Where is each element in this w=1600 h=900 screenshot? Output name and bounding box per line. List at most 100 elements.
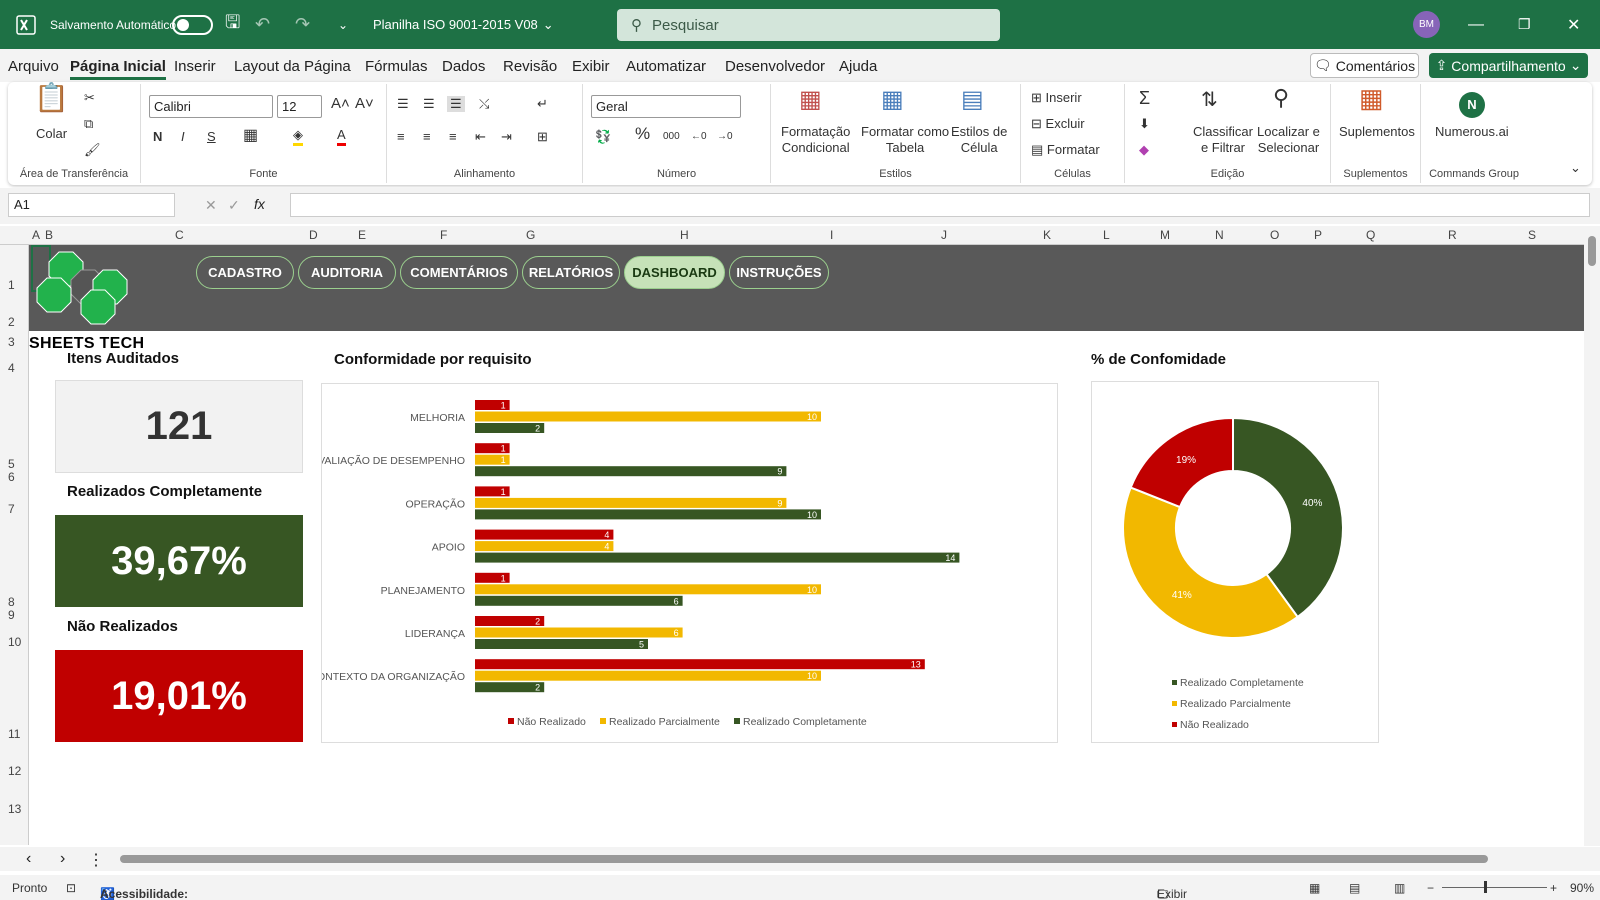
wrap-text-icon[interactable]: ↵ <box>537 96 548 112</box>
increase-indent-icon[interactable]: ⇥ <box>501 129 512 145</box>
insert-cells-button[interactable]: ⊞ Inserir <box>1031 90 1082 106</box>
nav-auditoria[interactable]: AUDITORIA <box>298 256 396 289</box>
addins-button[interactable]: Suplementos <box>1339 124 1415 140</box>
decrease-decimal-icon[interactable]: →0 <box>717 129 733 145</box>
row-header[interactable]: 6 <box>8 470 15 484</box>
numerous-ai-icon[interactable]: N <box>1459 92 1485 118</box>
find-select-icon[interactable]: ⚲ <box>1273 87 1289 109</box>
name-box[interactable]: A1 <box>8 193 175 217</box>
row-header[interactable]: 13 <box>8 802 21 816</box>
tab-pagina-inicial[interactable]: Página Inicial <box>70 58 166 80</box>
col-header[interactable]: C <box>175 228 184 242</box>
col-header[interactable]: J <box>941 228 947 242</box>
tab-formulas[interactable]: Fórmulas <box>365 58 428 75</box>
undo-icon[interactable]: ↶ <box>255 0 270 49</box>
row-header[interactable]: 5 <box>8 457 15 471</box>
col-header[interactable]: I <box>830 228 833 242</box>
autosave-toggle[interactable] <box>172 0 213 49</box>
copy-icon[interactable]: ⧉ <box>84 116 93 132</box>
conditional-format-icon[interactable]: ▦ <box>799 88 822 112</box>
formula-input[interactable] <box>290 193 1590 217</box>
col-header[interactable]: E <box>358 228 366 242</box>
zoom-slider-thumb[interactable] <box>1484 881 1487 893</box>
row-header[interactable]: 4 <box>8 361 15 375</box>
col-header[interactable]: F <box>440 228 447 242</box>
worksheet[interactable]: SHEETS TECH CADASTRO AUDITORIA COMENTÁRI… <box>29 245 1584 845</box>
cancel-icon[interactable]: ✕ <box>205 197 217 214</box>
row-header[interactable]: 8 <box>8 595 15 609</box>
search-box[interactable]: ⚲ Pesquisar <box>617 9 1000 41</box>
align-right-icon[interactable]: ≡ <box>449 129 457 145</box>
underline-button[interactable]: S <box>207 129 216 145</box>
comments-button[interactable]: 🗨 Comentários <box>1310 53 1419 78</box>
close-icon[interactable]: ✕ <box>1567 0 1580 49</box>
sort-filter-button[interactable]: Classificar e Filtrar <box>1193 124 1253 156</box>
nav-dashboard[interactable]: DASHBOARD <box>624 256 725 289</box>
col-header[interactable]: D <box>309 228 318 242</box>
row-header[interactable]: 9 <box>8 608 15 622</box>
col-header[interactable]: H <box>680 228 689 242</box>
merge-center-icon[interactable]: ⊞ <box>537 129 548 145</box>
col-header[interactable]: S <box>1528 228 1536 242</box>
addins-icon[interactable]: ▦ <box>1359 85 1384 111</box>
align-top-icon[interactable]: ☰ <box>397 96 409 112</box>
increase-decimal-icon[interactable]: ←0 <box>691 129 707 145</box>
col-header[interactable]: Q <box>1366 228 1375 242</box>
zoom-out-icon[interactable]: − <box>1427 881 1434 895</box>
bold-button[interactable]: N <box>153 129 162 145</box>
tab-desenvolvedor[interactable]: Desenvolvedor <box>725 58 825 75</box>
clear-icon[interactable]: ◆ <box>1139 142 1149 158</box>
thousands-button[interactable]: 000 <box>663 129 680 145</box>
minimize-icon[interactable]: — <box>1468 0 1484 49</box>
page-layout-view-icon[interactable]: ▤ <box>1349 881 1360 895</box>
zoom-level[interactable]: 90% <box>1570 881 1594 895</box>
enter-icon[interactable]: ✓ <box>228 197 240 214</box>
format-painter-icon[interactable]: 🖌 <box>84 142 101 158</box>
increase-font-icon[interactable]: A˄ <box>331 96 350 112</box>
font-color-icon[interactable]: A <box>337 127 346 146</box>
delete-cells-button[interactable]: ⊟ Excluir <box>1031 116 1085 132</box>
tab-ajuda[interactable]: Ajuda <box>839 58 877 75</box>
vertical-scroll-thumb[interactable] <box>1588 236 1596 266</box>
col-header[interactable]: P <box>1314 228 1322 242</box>
file-title[interactable]: Planilha ISO 9001-2015 V08 ⌄ <box>373 0 554 49</box>
col-header[interactable]: O <box>1270 228 1279 242</box>
cell-styles-button[interactable]: Estilos de Célula <box>951 124 1007 156</box>
redo-icon[interactable]: ↷ <box>295 0 310 49</box>
fill-color-icon[interactable]: ◈ <box>293 127 303 146</box>
zoom-slider[interactable] <box>1442 887 1547 888</box>
number-format-select[interactable]: Geral <box>591 95 741 118</box>
cut-icon[interactable]: ✂ <box>84 90 95 106</box>
row-header[interactable]: 10 <box>8 635 21 649</box>
tab-layout[interactable]: Layout da Página <box>234 58 351 75</box>
paste-label[interactable]: Colar <box>36 126 67 142</box>
row-header[interactable]: 12 <box>8 764 21 778</box>
restore-icon[interactable]: ❐ <box>1518 0 1531 49</box>
customize-toolbar-icon[interactable]: ⌄ <box>338 0 348 49</box>
avatar[interactable]: BM <box>1413 0 1440 49</box>
font-name-select[interactable]: Calibri <box>149 95 273 118</box>
tab-automatizar[interactable]: Automatizar <box>626 58 706 75</box>
tab-inserir[interactable]: Inserir <box>174 58 216 75</box>
row-header[interactable]: 7 <box>8 502 15 516</box>
autosum-icon[interactable]: Σ <box>1139 89 1150 107</box>
format-table-icon[interactable]: ▦ <box>881 88 904 112</box>
collapse-ribbon-icon[interactable]: ⌄ <box>1570 160 1581 176</box>
decrease-indent-icon[interactable]: ⇤ <box>475 129 486 145</box>
accounting-icon[interactable]: 💱 <box>595 129 611 145</box>
italic-button[interactable]: I <box>181 129 185 145</box>
page-break-view-icon[interactable]: ▥ <box>1394 881 1405 895</box>
borders-icon[interactable]: ▦ <box>243 128 258 144</box>
row-header[interactable]: 3 <box>8 335 15 349</box>
col-header[interactable]: R <box>1448 228 1457 242</box>
tab-dados[interactable]: Dados <box>442 58 485 75</box>
sort-filter-icon[interactable]: ⇅ <box>1201 90 1218 110</box>
align-left-icon[interactable]: ≡ <box>397 129 405 145</box>
paste-icon[interactable]: 📋 <box>34 84 69 112</box>
row-header[interactable]: 2 <box>8 315 15 329</box>
col-header[interactable]: L <box>1103 228 1110 242</box>
col-header[interactable]: B <box>45 228 53 242</box>
insert-function-button[interactable]: fx <box>254 196 265 212</box>
numerous-ai-button[interactable]: Numerous.ai <box>1435 124 1509 140</box>
cell-styles-icon[interactable]: ▤ <box>961 88 984 112</box>
